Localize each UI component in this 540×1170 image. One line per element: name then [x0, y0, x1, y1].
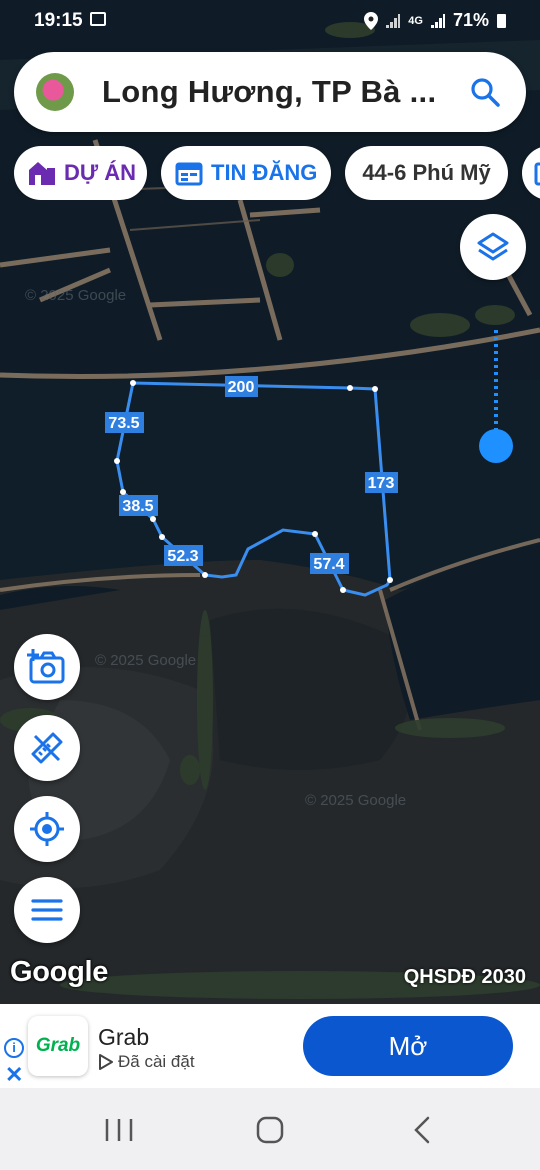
layers-icon	[477, 232, 509, 261]
measurement-label: 52.3	[167, 548, 198, 565]
menu-icon	[31, 899, 63, 921]
chip-label: DỰ ÁN	[64, 160, 137, 185]
chip-label: TIN ĐĂNG	[211, 160, 318, 185]
search-bar[interactable]: Long Hương, TP Bà ...	[14, 52, 526, 132]
add-camera-icon	[27, 649, 65, 684]
status-bar: 19:15 4G 71%	[0, 0, 540, 40]
measurement-label: 173	[368, 475, 395, 492]
chip-more[interactable]	[522, 146, 540, 200]
system-nav-bar	[0, 1088, 540, 1170]
map-watermark: © 2025 Google	[305, 792, 406, 809]
back-icon[interactable]	[410, 1116, 436, 1144]
chip-du-an[interactable]: DỰ ÁN	[14, 146, 147, 200]
recent-apps-icon[interactable]	[104, 1116, 134, 1144]
menu-button[interactable]	[14, 877, 80, 943]
ad-app-name: Grab	[98, 1024, 150, 1050]
gallery-icon	[90, 12, 106, 26]
battery-percent: 71%	[452, 10, 489, 30]
search-input[interactable]: Long Hương, TP Bà ...	[102, 74, 436, 110]
ad-subtitle-row: Đã cài đặt	[98, 1052, 195, 1072]
close-ad-icon[interactable]: ✕	[5, 1062, 23, 1088]
filter-chips: DỰ ÁN TIN ĐĂNG 44-6 Phú Mỹ	[14, 146, 540, 200]
open-app-button[interactable]: Mở	[303, 1016, 513, 1076]
home-icon[interactable]	[255, 1116, 285, 1144]
ad-info-icon[interactable]: i	[4, 1038, 24, 1058]
chip-tin-dang[interactable]: TIN ĐĂNG	[161, 146, 331, 200]
measurement-label: 73.5	[108, 415, 139, 432]
calendar-icon	[534, 162, 540, 186]
measure-button[interactable]	[14, 715, 80, 781]
my-location-dot	[479, 429, 513, 463]
signal-icon	[430, 13, 445, 28]
gps-icon	[30, 812, 64, 846]
measurement-label: 38.5	[122, 498, 153, 515]
map-watermark: © 2025 Google	[95, 652, 196, 669]
search-icon[interactable]	[470, 77, 500, 107]
google-logo: Google	[10, 956, 109, 988]
layer-label: QHSDĐ 2030	[403, 966, 526, 988]
signal-icon	[386, 13, 401, 28]
building-icon	[29, 162, 55, 185]
network-type: 4G	[408, 14, 423, 27]
map-watermark: © 2025 Google	[25, 287, 126, 304]
clock: 19:15	[34, 10, 83, 31]
ad-subtitle: Đã cài đặt	[118, 1052, 195, 1071]
my-location-button[interactable]	[14, 796, 80, 862]
battery-icon	[497, 13, 506, 28]
avatar[interactable]	[36, 73, 74, 111]
ruler-pencil-icon	[31, 732, 63, 764]
layers-button[interactable]	[460, 214, 526, 280]
chip-label: 44-6 Phú Mỹ	[362, 160, 491, 185]
ad-banner[interactable]: i ✕ Grab Grab Đã cài đặt Mở	[0, 1004, 540, 1088]
grab-logo: Grab	[28, 1016, 88, 1076]
chip-location[interactable]: 44-6 Phú Mỹ	[345, 146, 508, 200]
measurement-label: 200	[228, 379, 255, 396]
play-store-icon	[99, 1054, 113, 1070]
location-icon	[364, 11, 379, 30]
add-photo-button[interactable]	[14, 634, 80, 700]
measurement-label: 57.4	[313, 556, 344, 573]
calendar-icon	[175, 162, 203, 186]
